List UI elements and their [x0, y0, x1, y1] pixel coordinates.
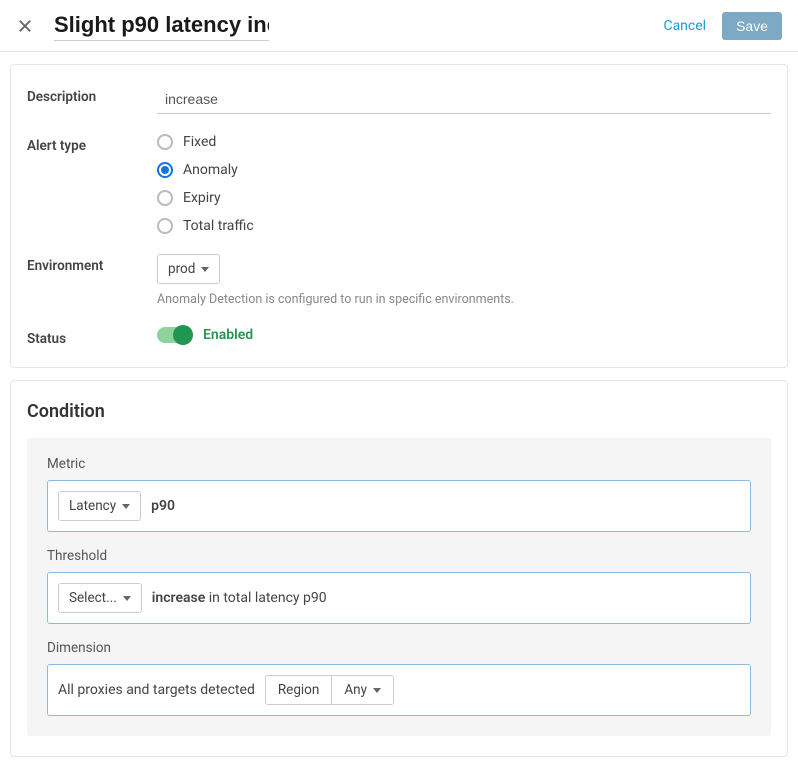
alert-type-radio-group: Fixed Anomaly Expiry Total traffic — [157, 134, 771, 234]
radio-label: Total traffic — [183, 218, 254, 234]
threshold-rest: in total latency p90 — [205, 590, 326, 606]
threshold-box: Select... increase in total latency p90 — [47, 572, 751, 624]
environment-help-text: Anomaly Detection is configured to run i… — [157, 292, 771, 307]
header: Cancel Save — [0, 0, 798, 52]
alert-type-anomaly[interactable]: Anomaly — [157, 162, 771, 178]
status-text: Enabled — [203, 327, 253, 343]
alert-type-label: Alert type — [27, 134, 157, 154]
dimension-label: Dimension — [47, 640, 751, 656]
status-label: Status — [27, 327, 157, 347]
metric-box: Latency p90 — [47, 480, 751, 532]
environment-label: Environment — [27, 254, 157, 274]
threshold-text: increase in total latency p90 — [152, 590, 327, 606]
title-input[interactable] — [54, 10, 269, 41]
caret-down-icon — [201, 267, 209, 272]
metric-dropdown[interactable]: Latency — [58, 491, 141, 521]
metric-suffix: p90 — [151, 498, 175, 514]
dimension-box: All proxies and targets detected Region … — [47, 664, 751, 716]
description-input[interactable] — [157, 85, 771, 114]
dimension-region-segment[interactable]: Region — [266, 676, 332, 704]
save-button[interactable]: Save — [722, 12, 782, 40]
dimension-text: All proxies and targets detected — [58, 682, 255, 698]
radio-label: Expiry — [183, 190, 221, 206]
threshold-label: Threshold — [47, 548, 751, 564]
radio-icon — [157, 218, 173, 234]
radio-label: Anomaly — [183, 162, 238, 178]
dropdown-value: Latency — [69, 498, 116, 514]
caret-down-icon — [123, 596, 131, 601]
toggle-knob-icon — [173, 325, 193, 345]
condition-sub-panel: Metric Latency p90 Threshold Select... i… — [27, 438, 771, 736]
close-icon[interactable] — [16, 17, 34, 35]
segment-label: Any — [344, 682, 367, 698]
status-toggle[interactable] — [157, 327, 191, 343]
main-panel: Description Alert type Fixed Anomaly Exp… — [10, 64, 788, 368]
alert-type-fixed[interactable]: Fixed — [157, 134, 771, 150]
radio-icon — [157, 134, 173, 150]
alert-type-total-traffic[interactable]: Total traffic — [157, 218, 771, 234]
dropdown-value: Select... — [69, 590, 117, 606]
condition-title: Condition — [27, 401, 771, 422]
environment-dropdown[interactable]: prod — [157, 254, 220, 284]
segment-label: Region — [278, 682, 320, 698]
radio-icon — [157, 190, 173, 206]
description-label: Description — [27, 85, 157, 105]
dimension-any-segment[interactable]: Any — [331, 676, 393, 704]
threshold-dropdown[interactable]: Select... — [58, 583, 142, 613]
radio-label: Fixed — [183, 134, 216, 150]
caret-down-icon — [373, 688, 381, 693]
radio-icon — [157, 162, 173, 178]
threshold-bold: increase — [152, 590, 205, 606]
metric-label: Metric — [47, 456, 751, 472]
caret-down-icon — [122, 504, 130, 509]
cancel-button[interactable]: Cancel — [663, 18, 706, 34]
dropdown-value: prod — [168, 261, 195, 277]
condition-panel: Condition Metric Latency p90 Threshold S… — [10, 380, 788, 757]
alert-type-expiry[interactable]: Expiry — [157, 190, 771, 206]
dimension-segmented: Region Any — [265, 675, 394, 705]
